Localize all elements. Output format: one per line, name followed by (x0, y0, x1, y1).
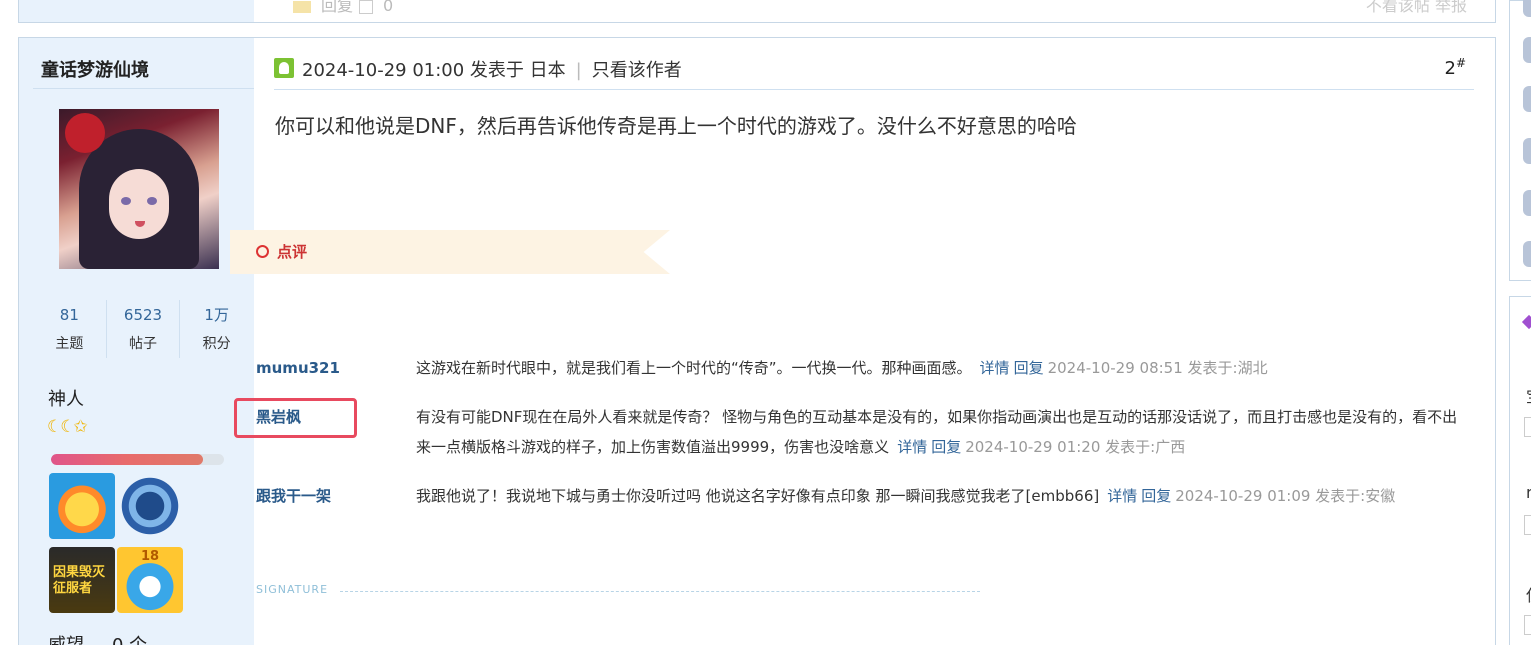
comment-body: 我跟他说了！我说地下城与勇士你没听过吗 他说这名字好像有点印象 那一瞬间我感觉我… (416, 481, 1466, 511)
stat-label: 帖子 (129, 336, 157, 352)
avatar[interactable] (59, 109, 219, 269)
previous-post-links[interactable]: 不看该帖 举报 (1366, 0, 1467, 16)
post-time: 2024-10-29 01:00 发表于 日本 (302, 60, 566, 81)
post-2: 童话梦游仙境 81 主题 6523 帖子 1万 积分 神人 ☾☾✩ 因果毁灭 征… (18, 37, 1496, 645)
comments-title: 点评 (277, 243, 308, 261)
stat-topics[interactable]: 81 主题 (33, 300, 107, 358)
only-author-link[interactable]: 只看该作者 (592, 60, 682, 81)
divider (33, 88, 254, 89)
separator: | (575, 60, 582, 81)
sidebar-box (1509, 0, 1531, 281)
avatar-flower (65, 113, 105, 153)
reply-link[interactable]: 回复 (1141, 487, 1171, 505)
post-meta: 2024-10-29 01:00 发表于 日本 | 只看该作者 (302, 56, 682, 82)
sidebar-item[interactable] (1523, 241, 1531, 267)
circle-icon (256, 245, 269, 258)
medal-text: 18 (141, 549, 160, 564)
comment-time: 2024-10-29 01:20 发表于:广西 (965, 438, 1186, 456)
sidebar-item[interactable] (1523, 138, 1531, 164)
stat-points[interactable]: 1万 积分 (180, 300, 253, 358)
stat-posts[interactable]: 6523 帖子 (107, 300, 181, 358)
prestige-value: 0 个 (112, 635, 147, 645)
sidebar-input[interactable] (1524, 515, 1531, 535)
floor-mark: # (1455, 56, 1466, 70)
user-rank: 神人 (48, 389, 84, 410)
avatar-eye (121, 197, 131, 205)
comment-body: 这游戏在新时代眼中，就是我们看上一个时代的“传奇”。一代换一代。那种画面感。 详情… (416, 353, 1466, 383)
sidebar-char: n (1526, 483, 1531, 502)
signature-label: SIGNATURE (256, 583, 329, 596)
stat-value: 6523 (123, 306, 163, 324)
stat-label: 主题 (55, 336, 84, 352)
reply-label: 回复 (321, 0, 354, 15)
reply-icon (293, 0, 311, 13)
sidebar-item[interactable] (1523, 86, 1531, 112)
author-name[interactable]: 童话梦游仙境 (41, 56, 149, 82)
stat-value: 81 (59, 306, 79, 324)
sidebar-char: 偵 (1526, 582, 1531, 606)
forum-page: 回复 0 不看该帖 举报 童话梦游仙境 81 主题 6523 帖子 1万 积分 … (0, 0, 1531, 645)
sidebar-input[interactable] (1524, 615, 1531, 635)
post-content: 你可以和他说是DNF，然后再告诉他传奇是再上一个时代的游戏了。没什么不好意思的哈… (275, 114, 1077, 138)
prestige-label: 威望 (48, 635, 84, 645)
sidebar-item[interactable] (1523, 0, 1531, 17)
post-header: 2024-10-29 01:00 发表于 日本 | 只看该作者 2# (274, 48, 1474, 90)
comment-body: 有没有可能DNF现在在局外人看来就是传奇？ 怪物与角色的互动基本是没有的，如果你… (416, 402, 1466, 462)
reply-link[interactable]: 回复 (931, 438, 961, 456)
reply-link[interactable]: 回复 (1014, 359, 1044, 377)
medal-text: 因果毁灭 征服者 (53, 565, 106, 596)
stat-value: 1万 (204, 306, 229, 324)
comments-banner: 点评 (230, 230, 670, 274)
comment-user[interactable]: mumu321 (256, 353, 340, 383)
detail-link[interactable]: 详情 (1107, 487, 1137, 505)
online-status-icon (274, 58, 294, 78)
medal-18-icon[interactable]: 18 (117, 547, 183, 613)
sidebar-char: 宝 (1526, 383, 1531, 407)
medal-badge-icon[interactable] (49, 473, 115, 539)
stat-label: 积分 (202, 336, 231, 352)
level-progress-fill (51, 454, 204, 465)
medal-ex-icon[interactable] (117, 473, 183, 539)
comment-time: 2024-10-29 01:09 发表于:安徽 (1175, 487, 1396, 505)
sidebar-item[interactable] (1523, 37, 1531, 63)
author-stats: 81 主题 6523 帖子 1万 积分 (33, 300, 253, 358)
detail-link[interactable]: 详情 (897, 438, 927, 456)
author-column: 童话梦游仙境 81 主题 6523 帖子 1万 积分 神人 ☾☾✩ 因果毁灭 征… (19, 38, 254, 645)
comment-text: 我跟他说了！我说地下城与勇士你没听过吗 他说这名字好像有点印象 那一瞬间我感觉我… (416, 487, 1100, 505)
medal-conqueror-icon[interactable]: 因果毁灭 征服者 (49, 547, 115, 613)
sidebar-input[interactable] (1524, 417, 1531, 437)
floor-value: 2 (1444, 58, 1456, 79)
comment-text: 这游戏在新时代眼中，就是我们看上一个时代的“传奇”。一代换一代。那种画面感。 (416, 359, 972, 377)
sidebar-box-2: 宝 n 偵 (1509, 296, 1531, 645)
prestige-row: 威望 0 个 (48, 631, 147, 645)
detail-link[interactable]: 详情 (980, 359, 1010, 377)
highlight-box (234, 398, 357, 438)
copy-icon (359, 0, 374, 14)
reply-count: 0 (383, 0, 394, 15)
rank-stars-icon: ☾☾✩ (47, 417, 88, 437)
avatar-face (109, 169, 169, 239)
previous-reply-control[interactable]: 回复 0 (293, 0, 393, 16)
avatar-eye (147, 197, 157, 205)
comment-user[interactable]: 跟我干一架 (256, 481, 331, 511)
floor-number[interactable]: 2# (1444, 56, 1466, 79)
diamond-icon (1521, 314, 1531, 330)
level-progress-bar (51, 454, 224, 465)
signature-divider (340, 591, 980, 592)
previous-post-footer: 回复 0 不看该帖 举报 (18, 0, 1496, 23)
sidebar-item[interactable] (1523, 190, 1531, 216)
previous-author-column (19, 0, 254, 22)
comment-time: 2024-10-29 08:51 发表于:湖北 (1047, 359, 1268, 377)
